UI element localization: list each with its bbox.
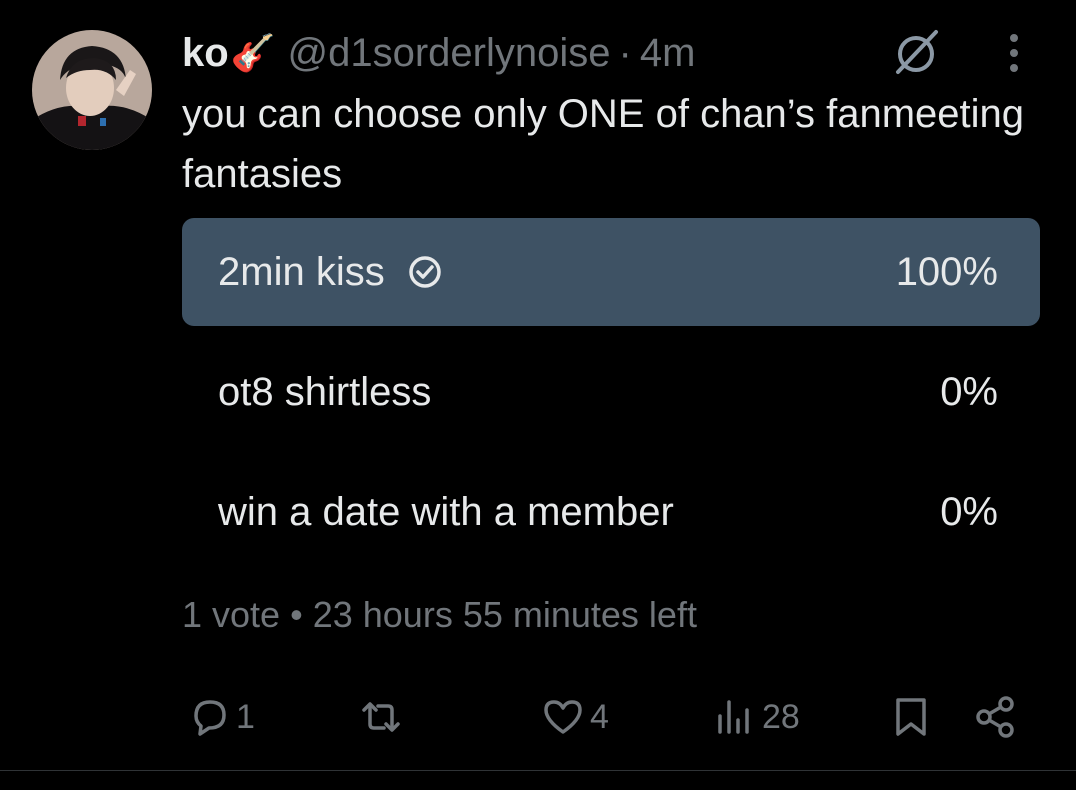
bullet: • <box>290 594 303 635</box>
timestamp[interactable]: 4m <box>640 31 696 76</box>
views-button[interactable]: 28 <box>712 694 800 740</box>
views-count: 28 <box>762 697 800 736</box>
display-name[interactable]: ko <box>182 31 229 76</box>
bookmark-button[interactable] <box>888 694 934 740</box>
share-icon <box>976 696 1014 738</box>
like-icon <box>544 700 582 734</box>
grok-icon[interactable] <box>888 24 944 80</box>
poll-option-label: 2min kiss <box>218 249 385 294</box>
poll-footer: 1 vote • 23 hours 55 minutes left <box>182 594 697 636</box>
retweet-icon <box>362 702 400 732</box>
like-button[interactable]: 4 <box>540 694 609 740</box>
action-bar: 1 4 28 <box>182 690 1042 746</box>
reply-count: 1 <box>236 697 255 736</box>
like-count: 4 <box>590 697 609 736</box>
poll-option-label: win a date with a member <box>218 489 674 534</box>
time-left: 23 hours 55 minutes left <box>312 594 697 635</box>
reply-icon <box>194 700 226 736</box>
poll-option-percent: 100% <box>895 249 998 294</box>
user-handle[interactable]: @d1sorderlynoise <box>288 31 611 76</box>
separator: · <box>618 30 632 75</box>
tweet-text: you can choose only ONE of chan’s fanmee… <box>182 92 1024 196</box>
poll-option-percent: 0% <box>940 369 998 414</box>
vote-count: 1 vote <box>182 594 281 635</box>
share-button[interactable] <box>972 694 1018 740</box>
tweet-header: ko 🎸 @d1sorderlynoise · 4m <box>182 30 695 76</box>
poll-option[interactable]: 2min kiss 100% <box>182 218 1040 326</box>
guitar-emoji: 🎸 <box>230 32 276 73</box>
divider <box>0 770 1076 771</box>
reply-button[interactable]: 1 <box>186 694 255 740</box>
poll-option[interactable]: win a date with a member 0% <box>182 458 1040 566</box>
more-icon[interactable] <box>996 30 1032 76</box>
poll: 2min kiss 100% ot8 shirtless 0% win a da… <box>182 218 1040 578</box>
poll-option-label: ot8 shirtless <box>218 369 432 414</box>
bookmark-icon <box>896 698 926 736</box>
poll-option-percent: 0% <box>940 489 998 534</box>
views-icon <box>718 700 749 734</box>
check-circle-icon <box>408 256 441 288</box>
retweet-button[interactable] <box>358 694 408 740</box>
poll-option[interactable]: ot8 shirtless 0% <box>182 338 1040 446</box>
avatar[interactable] <box>32 30 152 150</box>
